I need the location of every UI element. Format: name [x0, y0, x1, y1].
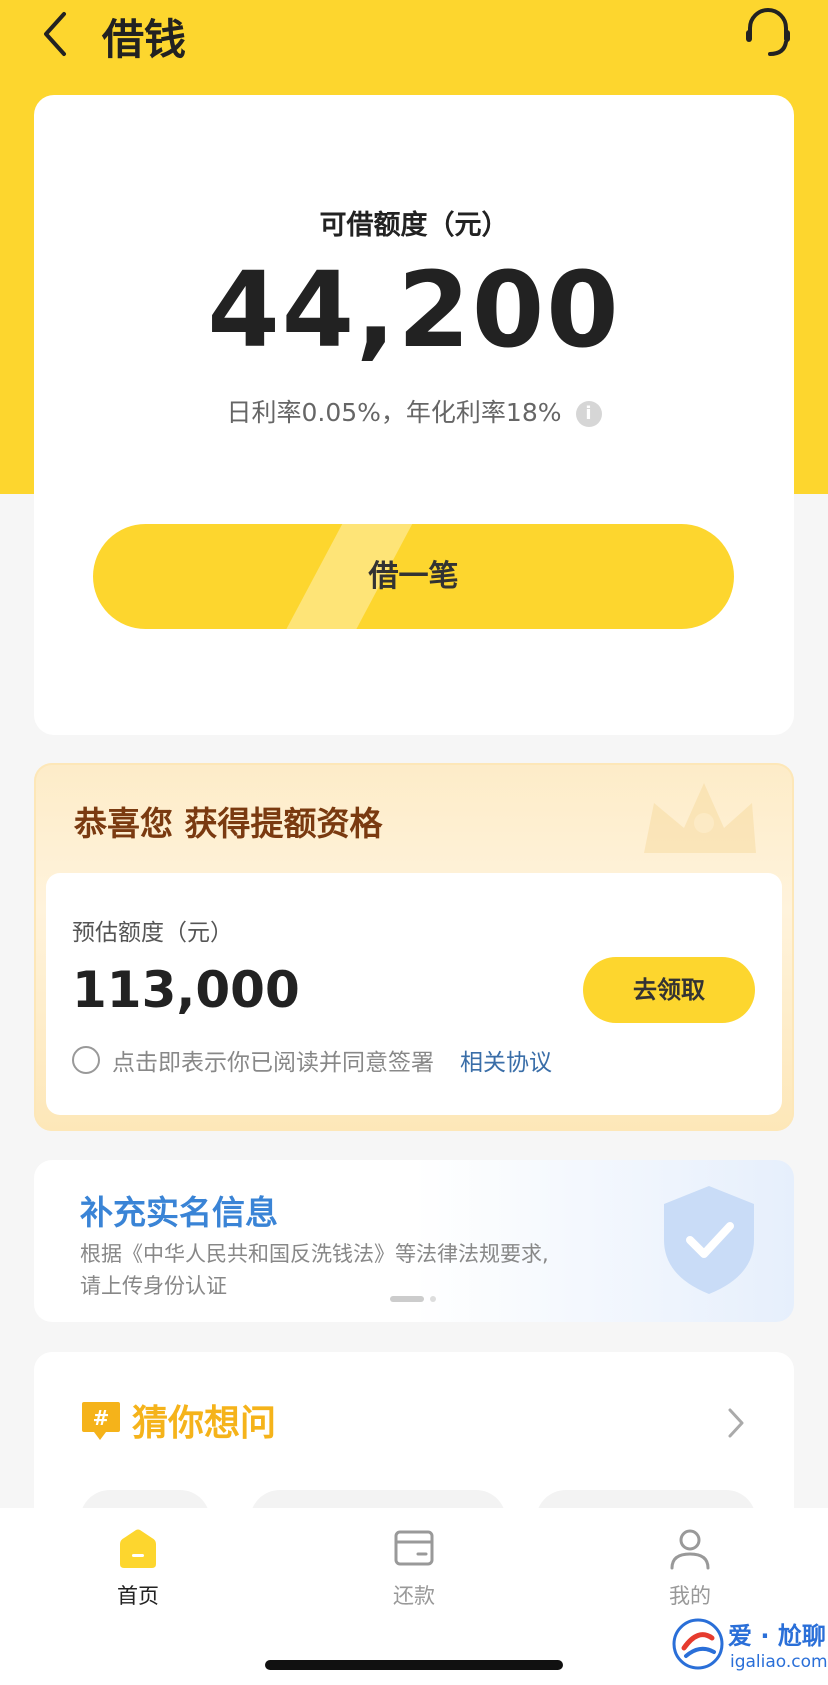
hashtag-bubble-icon: # [82, 1402, 120, 1440]
tab-home-label: 首页 [117, 1584, 159, 1608]
top-bar: 借钱 [0, 0, 828, 92]
limit-increase-card: 恭喜您 获得提额资格 预估额度（元） 113,000 去领取 点击即表示你已阅读… [34, 763, 794, 1131]
pager-dot-active [390, 1296, 424, 1302]
watermark-domain: igaliao.com [730, 1652, 828, 1672]
watermark: 爱 · 尬聊 igaliao.com [668, 1614, 828, 1680]
agreement-link[interactable]: 相关协议 [460, 1043, 552, 1077]
svg-text:#: # [93, 1406, 110, 1430]
realname-desc-line1: 根据《中华人民共和国反洗钱法》等法律法规要求, [80, 1242, 549, 1266]
claim-button[interactable]: 去领取 [583, 957, 755, 1023]
realname-banner[interactable]: 补充实名信息 根据《中华人民共和国反洗钱法》等法律法规要求, 请上传身份认证 [34, 1160, 794, 1322]
crown-decoration-icon [644, 783, 756, 853]
agreement-text: 点击即表示你已阅读并同意签署 [112, 1050, 434, 1076]
realname-description: 根据《中华人民共和国反洗钱法》等法律法规要求, 请上传身份认证 [80, 1238, 549, 1302]
watermark-logo-icon [672, 1618, 724, 1670]
home-icon [120, 1529, 156, 1568]
estimate-label: 预估额度（元） [72, 920, 233, 946]
chevron-right-icon[interactable] [724, 1406, 748, 1440]
watermark-name: 爱 · 尬聊 [728, 1622, 826, 1650]
borrow-button[interactable]: 借一笔 [93, 524, 734, 629]
credit-limit-label: 可借额度（元） [319, 210, 509, 241]
agreement-row: 点击即表示你已阅读并同意签署 相关协议 [72, 1043, 552, 1077]
wallet-icon [394, 1530, 434, 1566]
credit-limit-amount: 44,200 [207, 249, 621, 371]
pager-dot [430, 1296, 436, 1302]
shield-check-icon [664, 1186, 754, 1294]
info-icon[interactable]: i [575, 401, 602, 427]
person-icon [670, 1529, 710, 1570]
agreement-radio[interactable] [72, 1046, 100, 1074]
borrow-button-label: 借一笔 [368, 559, 459, 594]
estimate-panel: 预估额度（元） 113,000 去领取 点击即表示你已阅读并同意签署 相关协议 [46, 873, 782, 1115]
tab-repay-label: 还款 [393, 1584, 435, 1608]
tab-home[interactable]: 首页 [78, 1526, 198, 1610]
interest-rate-text: 日利率0.05%，年化利率18% [226, 398, 562, 427]
back-arrow-icon[interactable] [34, 8, 84, 58]
tab-repay[interactable]: 还款 [354, 1526, 474, 1610]
credit-limit-card: 可借额度（元） 44,200 日利率0.05%，年化利率18% i 借一笔 [34, 95, 794, 735]
faq-title: 猜你想问 [132, 1403, 277, 1444]
tab-mine[interactable]: 我的 [630, 1526, 750, 1610]
interest-rate-row: 日利率0.05%，年化利率18% i [34, 393, 794, 429]
promo-title: 恭喜您 获得提额资格 [74, 804, 383, 843]
home-indicator [265, 1660, 563, 1670]
customer-service-headset-icon[interactable] [740, 4, 796, 60]
estimate-amount: 113,000 [72, 961, 300, 1019]
banner-pager [390, 1296, 436, 1302]
realname-desc-line2: 请上传身份认证 [80, 1274, 227, 1298]
realname-title: 补充实名信息 [80, 1193, 278, 1232]
page-title: 借钱 [102, 15, 187, 64]
tab-mine-label: 我的 [669, 1584, 711, 1608]
